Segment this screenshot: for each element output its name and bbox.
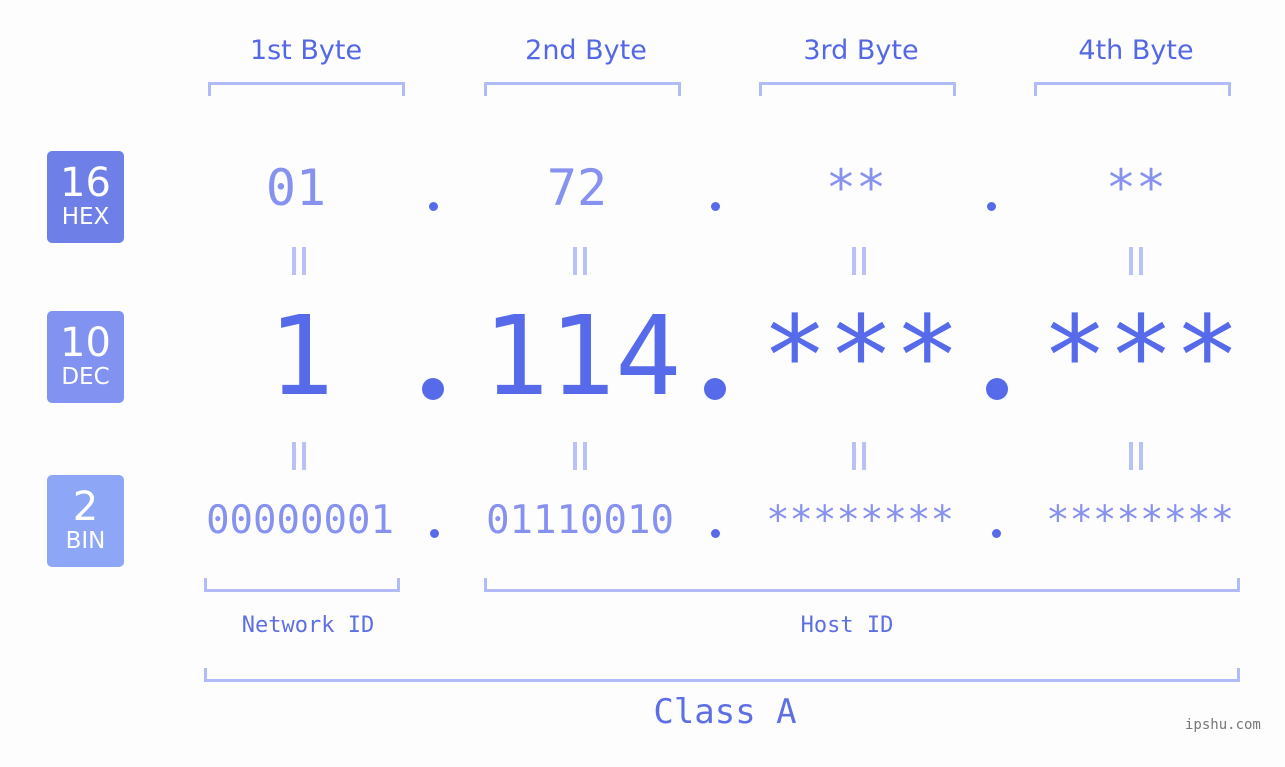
bin-separator-dot	[992, 529, 1001, 538]
host-id-label: Host ID	[800, 613, 894, 638]
byte-header-2: 2nd Byte	[525, 35, 647, 66]
network-id-bracket	[204, 578, 400, 592]
bin-badge: 2 BIN	[47, 475, 124, 567]
equals-icon	[1128, 247, 1144, 275]
equals-icon	[291, 247, 307, 275]
hex-byte-3: **	[825, 159, 887, 217]
hex-byte-2: 72	[546, 159, 608, 217]
hex-badge: 16 HEX	[47, 151, 124, 243]
bin-byte-1: 00000001	[206, 498, 394, 543]
dec-separator-dot	[986, 378, 1008, 400]
byte-bracket-3	[759, 82, 956, 96]
hex-base: 16	[60, 160, 111, 206]
host-id-bracket	[484, 578, 1240, 592]
dec-byte-3: ***	[761, 292, 961, 420]
hex-separator-dot	[711, 202, 720, 211]
watermark: ipshu.com	[1185, 717, 1261, 733]
hex-separator-dot	[987, 202, 996, 211]
bin-byte-2: 01110010	[486, 498, 674, 543]
equals-icon	[572, 247, 588, 275]
bin-separator-dot	[711, 529, 720, 538]
byte-header-3: 3rd Byte	[803, 35, 919, 66]
dec-badge: 10 DEC	[47, 311, 124, 403]
bin-byte-3: ********	[766, 498, 954, 543]
dec-separator-dot	[422, 378, 444, 400]
class-label: Class A	[653, 692, 797, 732]
class-bracket	[204, 668, 1240, 682]
equals-icon	[291, 442, 307, 470]
hex-byte-4: **	[1105, 159, 1167, 217]
network-id-label: Network ID	[241, 613, 375, 638]
byte-bracket-2	[484, 82, 681, 96]
equals-icon	[851, 247, 867, 275]
equals-icon	[1128, 442, 1144, 470]
byte-header-1: 1st Byte	[249, 35, 363, 66]
dec-separator-dot	[704, 378, 726, 400]
byte-bracket-1	[208, 82, 405, 96]
hex-label: HEX	[61, 204, 110, 230]
hex-byte-1: 01	[265, 159, 327, 217]
byte-header-4: 4th Byte	[1078, 35, 1194, 66]
byte-bracket-4	[1034, 82, 1231, 96]
equals-icon	[572, 442, 588, 470]
bin-separator-dot	[430, 529, 439, 538]
dec-byte-1: 1	[267, 292, 335, 420]
dec-label: DEC	[61, 364, 110, 390]
dec-byte-4: ***	[1041, 292, 1241, 420]
hex-separator-dot	[429, 202, 438, 211]
dec-byte-2: 114	[482, 292, 682, 420]
bin-label: BIN	[65, 528, 106, 554]
bin-byte-4: ********	[1046, 498, 1234, 543]
bin-base: 2	[72, 484, 99, 530]
equals-icon	[851, 442, 867, 470]
dec-base: 10	[60, 320, 111, 366]
